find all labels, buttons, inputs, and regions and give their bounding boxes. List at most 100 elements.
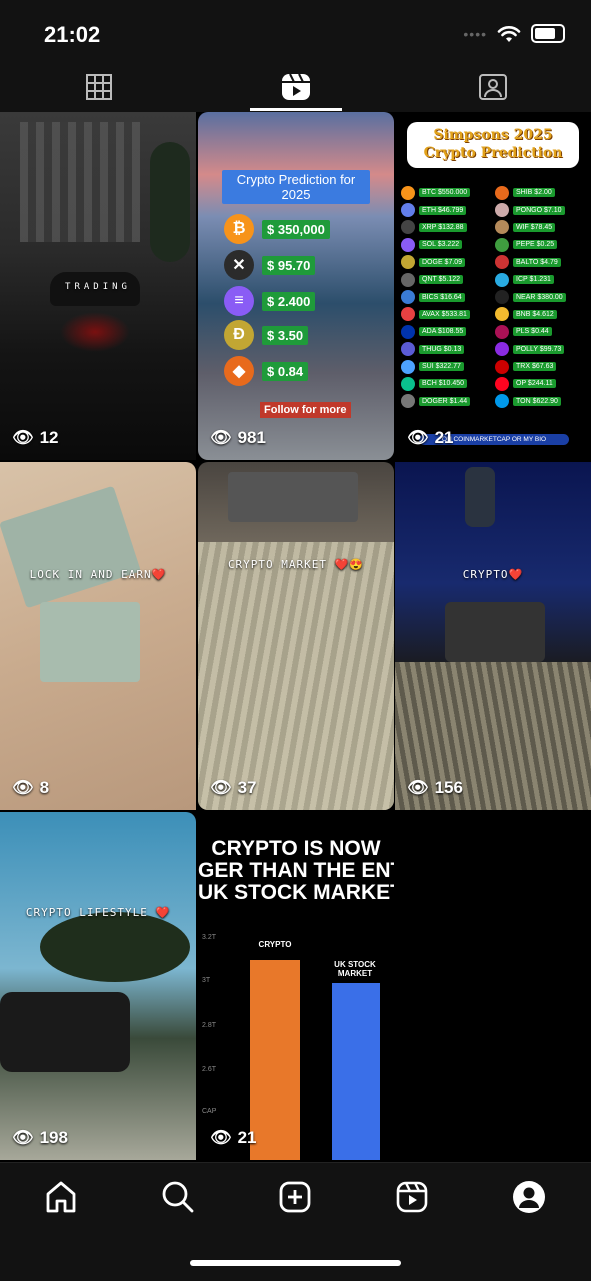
prediction-item: OP $244.11: [495, 375, 585, 392]
coin-icon: [495, 220, 509, 235]
tab-posts-grid[interactable]: [0, 62, 197, 112]
axis-tick: CAP: [202, 1108, 217, 1115]
coin-price-row: Ð $ 3.50: [224, 320, 309, 350]
prediction-price: BCH $10.450: [419, 379, 468, 389]
nav-create-button[interactable]: [275, 1177, 315, 1217]
prediction-price: WIF $78.45: [513, 222, 556, 232]
prediction-price: BICS $16.64: [419, 292, 465, 302]
view-count: 👁 981: [210, 428, 266, 447]
empty-cell: [395, 812, 591, 1160]
prediction-price: PLS $0.44: [513, 327, 552, 337]
reel-thumbnail[interactable]: Crypto Prediction for 2025 ₿ $ 350,000 ✕ $ …: [198, 112, 394, 460]
coin-icon: [401, 255, 415, 270]
view-count: 👁 37: [210, 778, 257, 797]
reel-caption: Crypto Prediction for 2025: [222, 170, 370, 204]
prediction-price: ICP $1.231: [513, 275, 554, 285]
coin-icon: [495, 203, 509, 218]
coin-icon: [401, 376, 415, 391]
reel-thumbnail[interactable]: Simpsons 2025 Crypto Prediction BTC $550…: [395, 112, 591, 460]
grid-icon: [85, 74, 112, 100]
dogecoin-icon: Ð: [224, 320, 254, 350]
view-count: 👁 21: [407, 428, 454, 447]
prediction-price: QNT $5.122: [419, 275, 464, 285]
nav-home-button[interactable]: [41, 1177, 81, 1217]
coin-icon: [495, 307, 509, 322]
active-tab-indicator: [250, 108, 342, 111]
prediction-price: XRP $132.88: [419, 222, 467, 232]
prediction-price: PONGO $7.10: [513, 205, 565, 215]
coin-icon: [401, 185, 415, 200]
prediction-item: TRX $67.63: [495, 358, 585, 375]
reel-caption: TRADING: [65, 282, 131, 292]
figurine-image: [465, 467, 495, 527]
axis-tick: 3.2T: [202, 934, 217, 941]
tail-light-reflection: [60, 312, 130, 352]
coin-price-row: ≡ $ 2.400: [224, 286, 316, 316]
prediction-item: NEAR $380.00: [495, 288, 585, 305]
prediction-price: PEPE $0.25: [513, 240, 558, 250]
reel-caption: CRYPTO LIFESTYLE ❤️: [25, 906, 171, 919]
signal-icon: ••••: [463, 25, 487, 42]
prediction-item: XRP $132.88: [401, 219, 491, 236]
view-count: 👁 12: [12, 428, 59, 447]
eye-icon: 👁: [210, 428, 232, 447]
coin-icon: [401, 290, 415, 305]
eye-icon: 👁: [12, 428, 34, 447]
coin-icon: [495, 359, 509, 374]
axis-tick: 2.6T: [202, 1066, 217, 1073]
home-icon: [46, 1181, 76, 1213]
prediction-price: BNB $4.612: [513, 309, 557, 319]
prediction-item: QNT $5.122: [401, 271, 491, 288]
prediction-item: PEPE $0.25: [495, 236, 585, 253]
coin-icon: [401, 359, 415, 374]
coin-price-row: ◆ $ 0.84: [224, 356, 309, 386]
coin-icon: [401, 307, 415, 322]
reels-icon: [396, 1181, 428, 1213]
follow-banner: Follow for more: [260, 402, 351, 418]
prediction-price: TRX $67.63: [513, 362, 557, 372]
prediction-item: TON $622.90: [495, 393, 585, 410]
prediction-price: SOL $3.222: [419, 240, 463, 250]
prediction-price: BTC $550.000: [419, 188, 471, 198]
battery-icon: [531, 24, 565, 43]
bar-label: UK STOCK MARKET: [334, 960, 376, 978]
view-count: 👁 156: [407, 778, 463, 797]
nav-search-button[interactable]: [158, 1177, 198, 1217]
reel-thumbnail[interactable]: LOCK IN AND EARN❤️ 👁 8: [0, 462, 196, 810]
eye-icon: 👁: [12, 778, 34, 797]
prediction-price: ADA $108.55: [419, 327, 467, 337]
prediction-price: BALTO $4.79: [513, 257, 561, 267]
coin-price: $ 95.70: [262, 255, 316, 275]
plus-square-icon: [279, 1181, 311, 1213]
coin-price: $ 3.50: [262, 325, 309, 345]
eye-icon: 👁: [210, 778, 232, 797]
prediction-price: POLLY $99.73: [513, 344, 565, 354]
tab-reels[interactable]: [197, 62, 394, 112]
reel-title: Simpsons 2025 Crypto Prediction: [407, 122, 579, 168]
reel-caption: CRYPTO MARKET ❤️😍: [227, 558, 365, 571]
search-icon: [162, 1181, 194, 1213]
prediction-item: ETH $46.799: [401, 201, 491, 218]
prediction-item: SHIB $2.00: [495, 184, 585, 201]
nav-profile-button[interactable]: [509, 1177, 549, 1217]
reel-thumbnail[interactable]: CRYPTO MARKET ❤️😍 👁 37: [198, 462, 394, 810]
nav-reels-button[interactable]: [392, 1177, 432, 1217]
prediction-item: DOGER $1.44: [401, 393, 491, 410]
prediction-price: DOGER $1.44: [419, 396, 471, 406]
coin-icon: [495, 324, 509, 339]
reel-thumbnail[interactable]: CRYPTO LIFESTYLE ❤️ 👁 198: [0, 812, 196, 1160]
palm-tree-image: [150, 142, 190, 262]
prediction-item: BALTO $4.79: [495, 254, 585, 271]
suv-image: [0, 992, 130, 1072]
prediction-item: AVAX $533.81: [401, 306, 491, 323]
reel-thumbnail[interactable]: CRYPTO❤️ 👁 156: [395, 462, 591, 810]
status-time: 21:02: [44, 22, 101, 47]
reel-thumbnail[interactable]: CRYPTO IS NOW GER THAN THE ENT UK STOCK …: [198, 812, 394, 1160]
coin-icon: [401, 220, 415, 235]
tab-tagged[interactable]: [394, 62, 591, 112]
prediction-price: AVAX $533.81: [419, 309, 470, 319]
prediction-price: SHIB $2.00: [513, 188, 555, 198]
eye-icon: 👁: [407, 778, 429, 797]
reel-thumbnail[interactable]: TRADING 👁 12: [0, 112, 196, 460]
prediction-item: DOGE $7.09: [401, 254, 491, 271]
